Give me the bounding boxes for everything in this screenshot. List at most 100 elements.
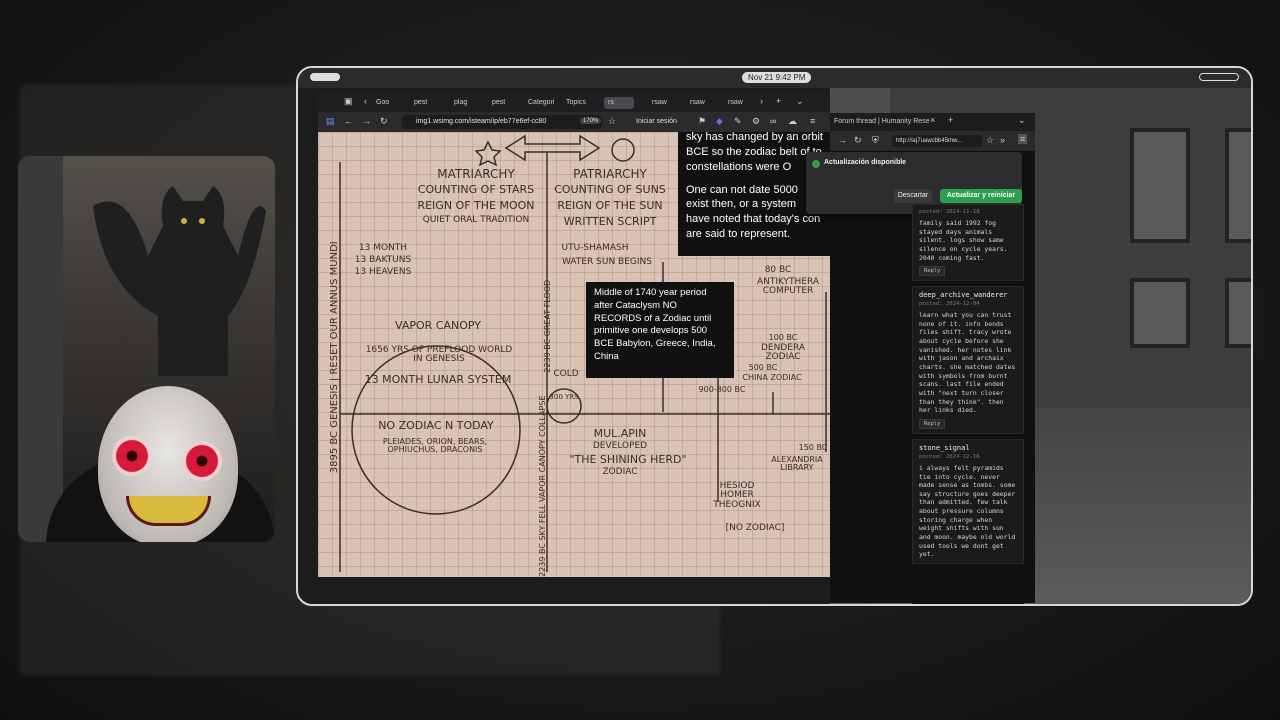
forum-thread: posted: 2024-11-18 family said 1992 fog …	[912, 204, 1024, 604]
extension-icon[interactable]: ✎	[734, 116, 742, 127]
tab-list-icon[interactable]: ⌄	[796, 96, 804, 107]
callout-middle: Middle of 1740 year period after Catacly…	[586, 282, 734, 378]
system-tray[interactable]	[1199, 73, 1239, 81]
menu-icon[interactable]: ≡	[1018, 134, 1028, 144]
diagram-matriarchy: Matriarchy	[437, 167, 515, 181]
webcam-door	[18, 156, 63, 542]
left-browser: ▣ ‹ Goo pest plag pest Categori Topics r…	[318, 93, 830, 577]
system-clock[interactable]: Nov 21 9:42 PM	[742, 72, 812, 83]
diagram-100bc: 100 BC	[768, 333, 798, 342]
forum-post: stone_signal posted: 2024-12-16 i always…	[912, 438, 1024, 564]
sidebar-icon[interactable]: ▤	[326, 116, 335, 127]
diagram-150bc: 150 BC	[798, 443, 828, 452]
tab-1[interactable]: Goo	[376, 97, 402, 109]
diagram-dendera: Dendera Zodiac	[760, 343, 805, 363]
diagram-utu-shamash: Utu-Shamash	[561, 243, 629, 253]
diagram-constellation-list: Pleiades, Orion, Bears, Ophiuchus, Draco…	[382, 437, 488, 455]
reply-button[interactable]: Reply	[919, 266, 946, 277]
right-address-bar[interactable]: http://sq7uawcbb45mw...	[892, 135, 982, 147]
callout-top-line3: constellations were O	[686, 160, 792, 173]
back-icon[interactable]: ←	[344, 116, 353, 126]
signin-button[interactable]: Iniciar sesión	[636, 115, 677, 129]
close-tab-icon[interactable]: ×	[930, 115, 935, 125]
overflow-icon[interactable]: »	[1000, 135, 1005, 145]
diagram-hesiod: Hesiod Homer Theognix	[713, 481, 761, 510]
diagram-500bc: 500 BC	[748, 363, 778, 372]
diagram-900-800bc: 900-800 BC	[698, 385, 746, 394]
new-tab-icon[interactable]: +	[948, 115, 953, 125]
capture-window: Nov 21 9:42 PM ▣ ‹ Goo pest plag pest Ca…	[296, 66, 1253, 606]
diagram-antikythera: Antikythera Computer	[756, 277, 820, 297]
extension-icon[interactable]: ◆	[716, 116, 723, 127]
bookmark-star-icon[interactable]: ☆	[986, 135, 994, 146]
extension-icon[interactable]: ∞	[770, 116, 776, 126]
menu-icon[interactable]: ≡	[810, 116, 815, 126]
tab-scroll-right-icon[interactable]: ›	[760, 96, 763, 106]
tab-10[interactable]: rsaw	[728, 97, 756, 109]
post-date: posted: 2024-12-04	[919, 301, 980, 308]
extension-icon[interactable]: ⚙	[752, 116, 760, 127]
diagram-alexandria-library: Alexandria Library	[771, 455, 823, 473]
diagram-patriarchy: Patriarchy	[573, 167, 647, 181]
zoom-indicator[interactable]: 170%	[580, 118, 602, 124]
diagram-lunar-system: 13 Month Lunar System	[364, 373, 512, 386]
diagram-13-month: 13 Month	[358, 243, 408, 253]
dismiss-button[interactable]: Descartar	[894, 189, 932, 203]
tab-6[interactable]: Topics	[566, 97, 598, 109]
post-username[interactable]: stone_signal	[919, 444, 1017, 452]
diagram-patriarchy-line2: Reign of the Sun	[557, 199, 663, 212]
forum-post: posted: 2024-11-18 family said 1992 fog …	[912, 204, 1024, 282]
tab-5[interactable]: Categori	[528, 97, 562, 109]
diagram-left-axis-label: 3895 BC Genesis | Reset Our Annus Mundi	[328, 241, 340, 474]
address-bar[interactable]: img1.wsimg.com/isteam/ip/eb77e6ef-cc80	[402, 115, 602, 129]
forward-icon[interactable]: →	[838, 135, 847, 145]
post-date: posted: 2024-11-18	[919, 209, 980, 215]
navigation-bar: ▤ ← → ↻ img1.wsimg.com/isteam/ip/eb77e6e…	[318, 112, 830, 132]
update-restart-button[interactable]: Actualizar y reiniciar	[940, 189, 1022, 203]
diagram-cold: Cold	[553, 369, 579, 379]
reload-icon[interactable]: ↻	[854, 135, 862, 146]
new-tab-icon[interactable]: +	[776, 96, 781, 106]
diagram-sky-fell: 2239 BC Sky Fell Vapor Canopy Collapse	[537, 395, 547, 577]
extension-icon[interactable]: ⚑	[698, 116, 706, 127]
right-tab-strip: Forum thread | Humanity Rese × + ⌄	[830, 113, 1035, 131]
reply-button[interactable]: Reply	[919, 418, 946, 429]
tab-list-icon[interactable]: ⌄	[1018, 115, 1026, 126]
diagram-mul-apin: Mul.Apin	[593, 427, 647, 440]
tab-4[interactable]: pest	[492, 97, 522, 109]
bookmark-star-icon[interactable]: ☆	[608, 116, 616, 127]
diagram-300-yrs: 300 yrs	[549, 393, 579, 401]
forum-post: deep_archive_wanderer posted: 2024-12-04…	[912, 286, 1024, 434]
post-username[interactable]: deep_archive_wanderer	[919, 291, 1017, 299]
tab-7-active[interactable]: rs	[604, 97, 634, 109]
diagram-13-heavens: 13 Heavens	[354, 267, 412, 277]
activities-indicator[interactable]	[310, 73, 340, 81]
diagram-no-zodiac-today: No Zodiac N Today	[378, 419, 494, 432]
callout-top-line6: have noted that today's con	[686, 213, 821, 226]
diagram-matriarchy-line2: Reign of the Moon	[417, 199, 535, 212]
tab-9[interactable]: rsaw	[690, 97, 718, 109]
tab-overview-icon[interactable]: ▣	[344, 96, 353, 107]
webcam-overlay	[18, 156, 275, 542]
extension-icon[interactable]: ☁	[788, 116, 797, 127]
diagram-vapor-canopy: Vapor Canopy	[395, 319, 481, 332]
diagram-page: 3895 BC Genesis | Reset Our Annus Mundi …	[318, 132, 830, 577]
tab-2[interactable]: pest	[414, 97, 444, 109]
shield-icon[interactable]: ⛨	[872, 135, 879, 146]
diagram-preflood: 1656 yrs of PreFlood World in Genesis	[365, 345, 513, 365]
system-topbar: Nov 21 9:42 PM	[298, 68, 1251, 88]
diagram-shining-herd: "The Shining Herd"	[569, 453, 687, 466]
tab-8[interactable]: rsaw	[652, 97, 680, 109]
diagram-80bc: 80 BC	[764, 265, 792, 275]
cat-statue	[93, 186, 266, 376]
post-body: i always felt pyramids tie into cycle. n…	[919, 463, 1016, 559]
tab-3[interactable]: plag	[454, 97, 484, 109]
forward-icon[interactable]: →	[362, 116, 371, 126]
tab-scroll-left-icon[interactable]: ‹	[364, 96, 367, 106]
reload-icon[interactable]: ↻	[380, 116, 388, 127]
callout-top-line4: One can not date 5000	[686, 183, 798, 196]
right-tab-forum[interactable]: Forum thread | Humanity Rese	[834, 116, 938, 128]
white-mask	[98, 386, 238, 542]
diagram-china-zodiac: China Zodiac	[742, 373, 802, 382]
diagram-patriarchy-line1: Counting of Suns	[554, 183, 666, 196]
